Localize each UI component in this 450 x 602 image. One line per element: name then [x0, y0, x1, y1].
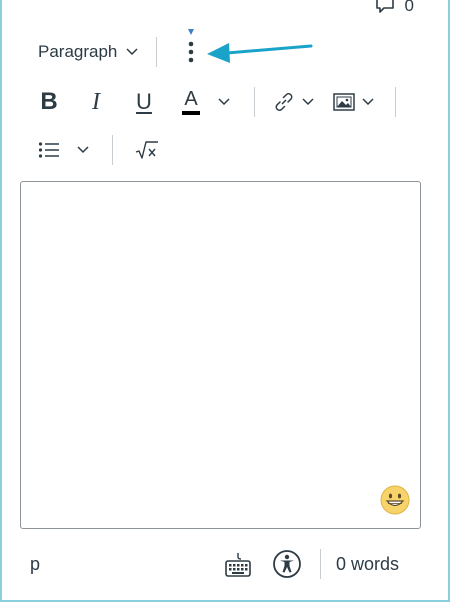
more-vertical-icon [188, 41, 194, 63]
equation-icon [135, 141, 158, 159]
block-format-label: Paragraph [38, 42, 118, 61]
underline-label: U [136, 89, 152, 114]
bold-button[interactable]: B [36, 84, 62, 120]
accessibility-icon [273, 550, 301, 578]
more-options-button[interactable] [178, 34, 204, 70]
annotation-arrow [207, 43, 313, 63]
toolbar-divider [156, 37, 157, 67]
chevron-down-icon [77, 146, 89, 154]
list-menu-button[interactable] [36, 132, 92, 168]
toolbar-row-2: B I U A [0, 80, 450, 124]
status-bar: p 0 words [0, 545, 450, 585]
bold-label: B [40, 88, 58, 115]
chevron-down-icon [302, 98, 314, 106]
text-color-button[interactable]: A [178, 84, 204, 120]
equation-button[interactable] [134, 132, 160, 168]
link-menu-button[interactable] [270, 84, 318, 120]
emoji-icon [380, 485, 410, 515]
comment-icon [375, 0, 394, 13]
italic-button[interactable]: I [84, 84, 108, 120]
link-icon [275, 93, 293, 111]
image-icon [333, 93, 355, 111]
comment-count-value: 0 [404, 0, 414, 15]
chevron-down-icon [362, 98, 374, 106]
chevron-down-icon [218, 98, 230, 106]
italic-label: I [92, 88, 100, 115]
status-divider [320, 549, 321, 579]
underline-button[interactable]: U [132, 84, 156, 120]
bullet-list-icon [38, 142, 59, 158]
emoji-button[interactable] [380, 485, 410, 520]
toolbar-divider [254, 87, 255, 117]
text-color-label: A [184, 88, 198, 110]
comment-counter[interactable]: 0 [375, 0, 414, 16]
editor-content-area[interactable] [20, 181, 421, 529]
text-color-swatch [182, 111, 200, 115]
toolbar-divider [112, 135, 113, 165]
block-format-dropdown[interactable]: Paragraph [38, 34, 139, 70]
word-count: 0 words [336, 554, 400, 574]
keyboard-shortcuts-button[interactable] [224, 551, 252, 584]
text-color-dropdown[interactable] [214, 84, 234, 120]
accessibility-checker-button[interactable] [272, 549, 302, 584]
toolbar-divider [395, 87, 396, 117]
toolbar-row-3 [0, 130, 450, 170]
element-path[interactable]: p [30, 554, 40, 575]
chevron-down-icon [126, 48, 138, 56]
image-menu-button[interactable] [330, 84, 378, 120]
keyboard-icon [225, 553, 251, 577]
